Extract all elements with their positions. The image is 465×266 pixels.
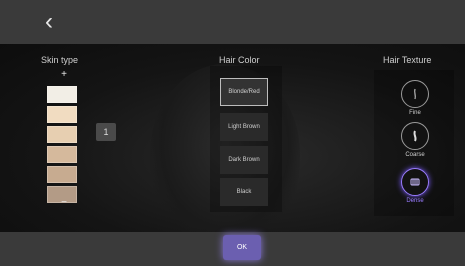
texture-dense[interactable]: Dense (395, 168, 435, 204)
texture-fine[interactable]: Fine (395, 80, 435, 116)
skin-type-plus-button[interactable]: + (58, 69, 70, 80)
hair-color-title: Hair Color (219, 55, 260, 65)
hair-color-black[interactable]: Black (220, 178, 268, 206)
chevron-left-icon: ‹ (45, 8, 53, 35)
skin-type-indicator: 1 (96, 123, 116, 141)
back-button[interactable]: ‹ (38, 10, 60, 34)
skin-type-swatches (47, 86, 77, 206)
top-bar: ‹ (0, 0, 465, 44)
fine-hair-icon (401, 80, 429, 108)
ok-button[interactable]: OK (223, 235, 261, 260)
skin-type-minus-button[interactable]: − (58, 197, 70, 208)
texture-fine-label: Fine (409, 110, 421, 116)
skin-swatch-3[interactable] (47, 126, 77, 143)
coarse-hair-icon (401, 122, 429, 150)
skin-type-title: Skin type (41, 55, 79, 65)
texture-dense-label: Dense (406, 198, 424, 204)
hair-texture-title: Hair Texture (383, 55, 432, 65)
skin-swatch-2[interactable] (47, 106, 77, 123)
texture-coarse[interactable]: Coarse (395, 122, 435, 158)
skin-swatch-1[interactable] (47, 86, 77, 103)
skin-swatch-5[interactable] (47, 166, 77, 183)
hair-color-dark-brown[interactable]: Dark Brown (220, 146, 268, 174)
texture-coarse-label: Coarse (405, 152, 425, 158)
hair-color-light-brown[interactable]: Light Brown (220, 113, 268, 141)
skin-swatch-4[interactable] (47, 146, 77, 163)
hair-color-blonde-red[interactable]: Blonde/Red (220, 78, 268, 106)
dense-hair-icon (401, 168, 429, 196)
